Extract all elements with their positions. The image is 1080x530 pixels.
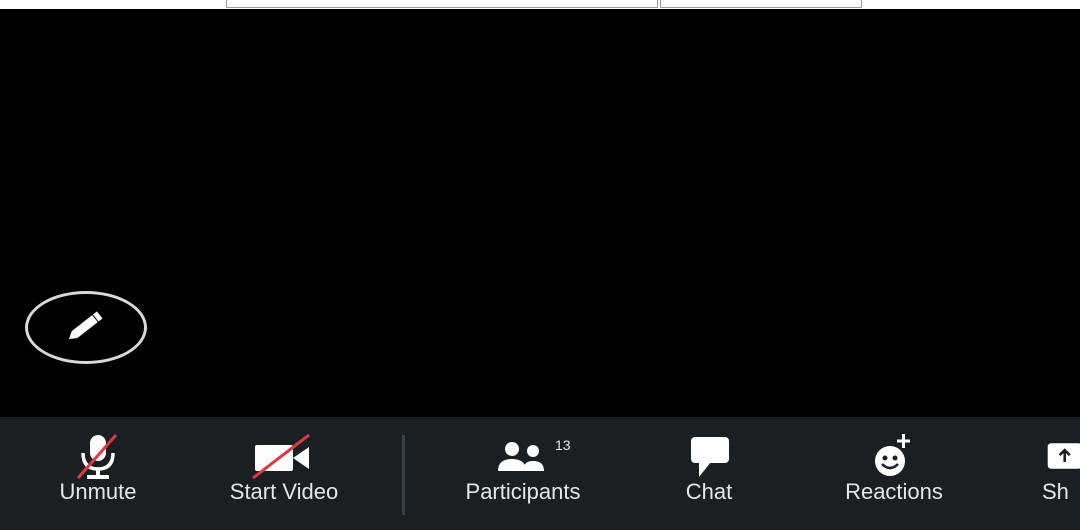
- video-area: [6, 9, 1080, 417]
- reactions-icon: [818, 431, 970, 481]
- participants-icon: [432, 431, 614, 481]
- start-video-button[interactable]: Start Video: [198, 417, 370, 530]
- chat-icon: [660, 431, 758, 481]
- toolbar-divider: [402, 435, 405, 515]
- reactions-label: Reactions: [845, 479, 943, 504]
- chat-button[interactable]: Chat: [660, 417, 758, 530]
- meeting-window: Unmute Start Video 13 Participants Chat …: [0, 0, 1080, 530]
- unmute-label: Unmute: [59, 479, 137, 504]
- participants-button[interactable]: 13 Participants: [432, 417, 614, 530]
- meeting-toolbar: Unmute Start Video 13 Participants Chat …: [0, 417, 1080, 530]
- share-label: Sh: [1042, 479, 1069, 504]
- reactions-button[interactable]: Reactions: [818, 417, 970, 530]
- top-field-right: [660, 0, 862, 8]
- share-button[interactable]: Sh: [1030, 417, 1080, 530]
- pencil-icon: [63, 305, 109, 350]
- unmute-button[interactable]: Unmute: [30, 417, 166, 530]
- share-icon: [1046, 431, 1080, 481]
- start-video-label: Start Video: [229, 479, 339, 504]
- top-window-edge: [0, 0, 1080, 9]
- annotate-button[interactable]: [25, 291, 147, 364]
- microphone-muted-icon: [30, 431, 166, 481]
- participants-count-badge: 13: [555, 437, 571, 453]
- top-field-left: [226, 0, 658, 8]
- chat-label: Chat: [685, 479, 733, 504]
- participants-label: Participants: [465, 479, 581, 504]
- video-off-icon: [198, 431, 370, 481]
